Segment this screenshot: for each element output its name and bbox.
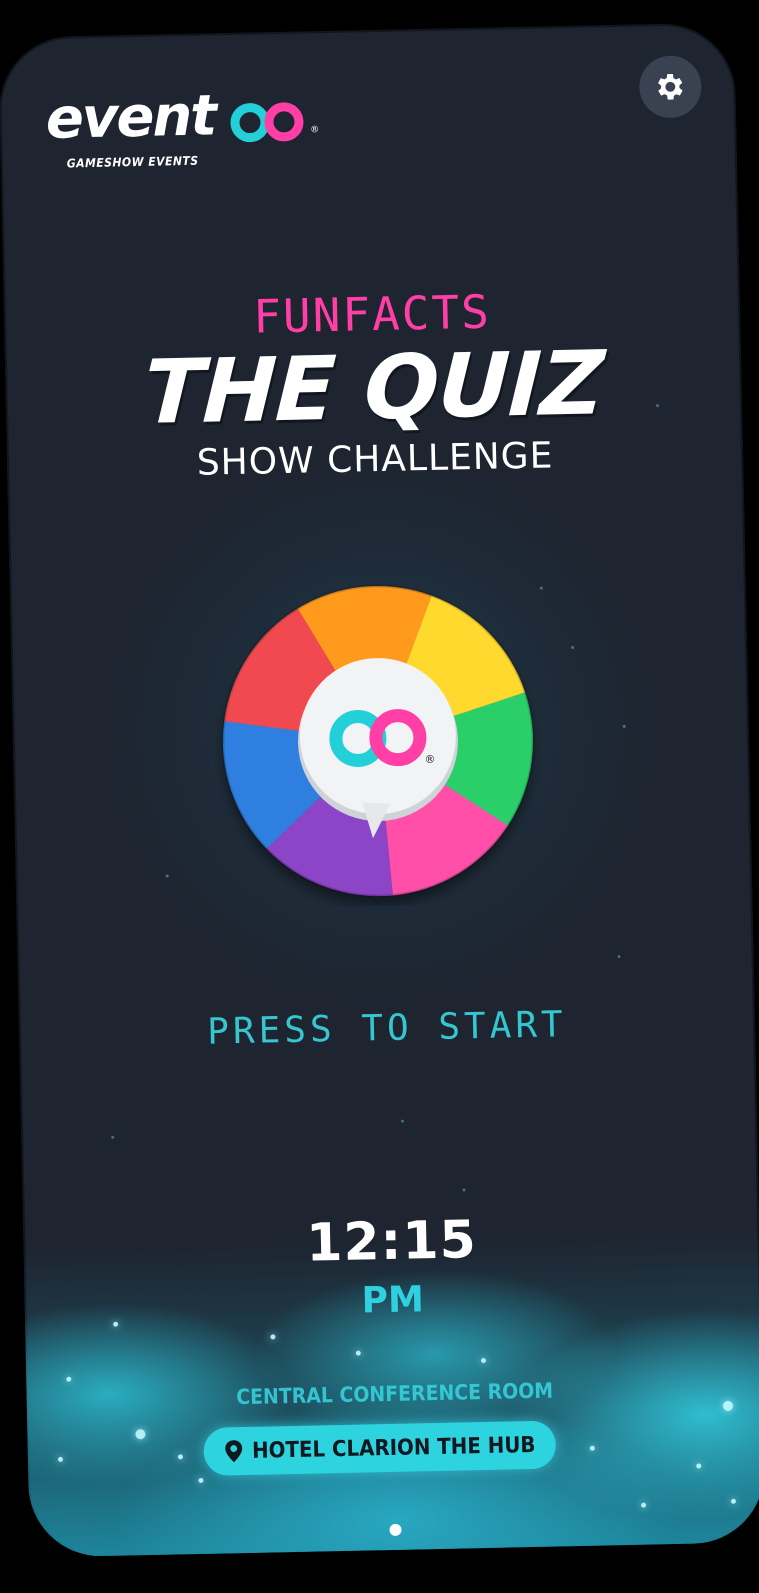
venue-name: HOTEL CLARION THE HUB [251, 1432, 536, 1464]
brand-logo: event ® GAMESHOW EVENTS [45, 83, 327, 189]
sparkle [355, 1350, 361, 1356]
dust-speck [571, 645, 575, 650]
color-wheel: ® [221, 584, 535, 898]
sparkle [696, 1463, 702, 1469]
dust-speck [462, 1188, 466, 1192]
sparkle [730, 1498, 737, 1504]
quiz-wheel-button[interactable]: ® [210, 573, 547, 910]
sparkle [270, 1334, 276, 1340]
sparkle [177, 1454, 183, 1460]
dust-speck [165, 874, 169, 878]
dust-speck [617, 955, 621, 959]
dust-speck [111, 1135, 115, 1139]
settings-button[interactable] [638, 55, 702, 119]
sparkle [589, 1445, 595, 1451]
brand-rings-icon [230, 102, 304, 143]
title-block: FUNFACTS THE QUIZ SHOW CHALLENGE [4, 280, 744, 489]
brand-tagline: GAMESHOW EVENTS [66, 153, 199, 171]
location-pin-icon [225, 1440, 243, 1463]
sparkle [57, 1456, 63, 1462]
sparkle [480, 1357, 487, 1364]
dust-speck [400, 1119, 404, 1123]
press-to-start-button[interactable]: PRESS TO START [19, 1000, 756, 1056]
brand-wordmark: event [45, 83, 216, 152]
game-title: THE QUIZ [141, 331, 606, 444]
venue-badge: HOTEL CLARION THE HUB [203, 1420, 557, 1476]
dust-speck [622, 724, 626, 728]
sparkle [198, 1477, 204, 1483]
registered-mark: ® [310, 125, 320, 136]
wheel-registered-mark: ® [424, 753, 435, 766]
sparkle [66, 1376, 72, 1382]
sparkle [640, 1502, 647, 1508]
app-screen: event ® GAMESHOW EVENTS FUNFACTS THE QUI… [0, 22, 759, 1558]
gear-icon [658, 74, 683, 100]
dust-speck [539, 586, 543, 590]
